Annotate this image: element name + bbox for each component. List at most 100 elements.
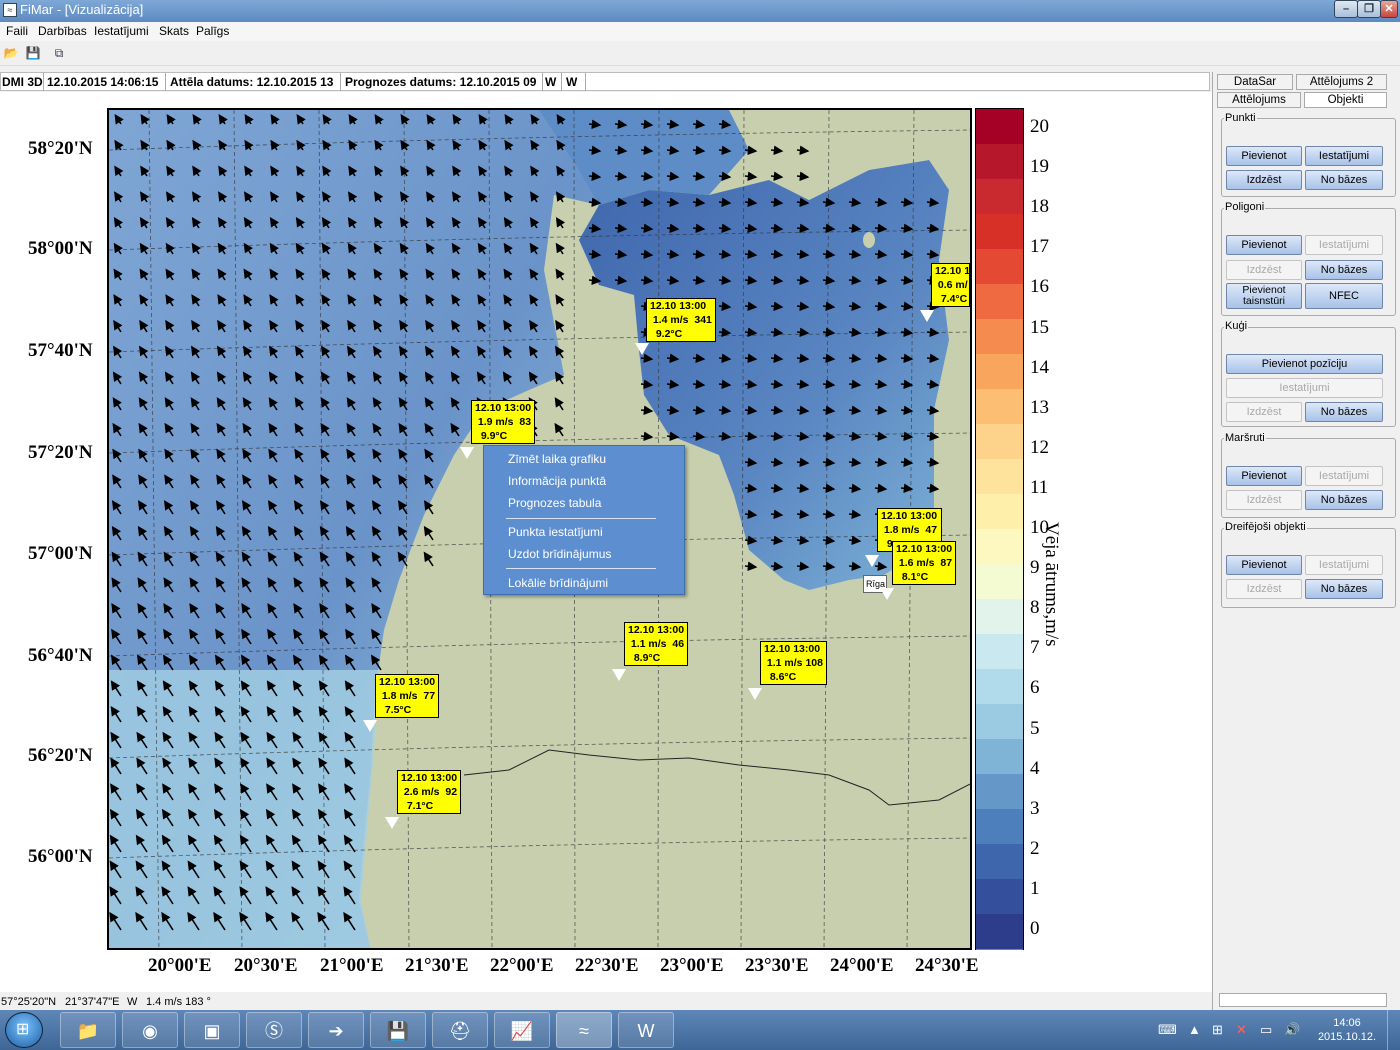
legend-color-step — [976, 564, 1023, 600]
wind-arrow — [640, 353, 654, 364]
station-label[interactable]: 12.10 13:00 1.1 m/s 108 8.6°C — [760, 641, 827, 685]
station-label[interactable]: 12.10 13:00 1.6 m/s 87 8.1°C — [892, 541, 957, 585]
nfec-button[interactable]: NFEC — [1305, 283, 1383, 309]
poligoni-settings-button[interactable]: Iestatījumi — [1305, 235, 1383, 255]
dreif-from-db-button[interactable]: No bāzes — [1305, 579, 1383, 599]
panel-bottom-field[interactable] — [1219, 993, 1387, 1007]
restore-button[interactable]: ❐ — [1357, 0, 1381, 18]
close-button[interactable]: ✕ — [1380, 0, 1398, 18]
menu-faili[interactable]: Faili — [6, 24, 28, 38]
station-marker[interactable] — [865, 555, 879, 567]
menu-darbibas[interactable]: Darbības — [38, 24, 87, 38]
wind-arrow — [718, 119, 732, 130]
poligoni-add-button[interactable]: Pievienot — [1226, 235, 1302, 255]
station-marker[interactable] — [920, 310, 934, 322]
dreif-delete-button[interactable]: Izdzēst — [1226, 579, 1302, 599]
save-app-taskbar-icon[interactable]: 💾 — [370, 1012, 426, 1048]
tab-objekti[interactable]: Objekti — [1304, 92, 1387, 108]
menu-skats[interactable]: Skats — [159, 24, 189, 38]
poligoni-delete-button[interactable]: Izdzēst — [1226, 260, 1302, 280]
menu-paligs[interactable]: Palīgs — [196, 24, 229, 38]
menu-item-local-warnings[interactable]: Lokālie brīdinājumi — [508, 576, 608, 590]
network-tray-icon[interactable]: ▭ — [1260, 1022, 1272, 1038]
wind-arrow — [796, 379, 810, 390]
station-marker[interactable] — [385, 817, 399, 829]
station-label[interactable]: 12.10 13:00 1.9 m/s 83 9.9°C — [471, 400, 536, 444]
menu-item-set-warnings[interactable]: Uzdot brīdinājumus — [508, 547, 611, 561]
open-folder-icon[interactable]: 📂 — [2, 44, 20, 62]
dreif-add-button[interactable]: Pievienot — [1226, 555, 1302, 575]
station-label[interactable]: 12.10 1 0.6 m/ 7.4°C — [931, 263, 970, 307]
station-marker[interactable] — [748, 688, 762, 700]
punkti-settings-button[interactable]: Iestatījumi — [1305, 146, 1383, 166]
forecast-date: Prognozes datums: 12.10.2015 09 — [345, 75, 537, 89]
menu-item-plot-time-graph[interactable]: Zīmēt laika grafiku — [508, 452, 606, 466]
save-icon[interactable]: 💾 — [24, 44, 42, 62]
punkti-from-db-button[interactable]: No bāzes — [1305, 170, 1383, 190]
wind-arrow — [692, 197, 706, 208]
arrow-app-taskbar-icon[interactable]: ➔ — [308, 1012, 364, 1048]
poligoni-add-rectangle-button[interactable]: Pievienot taisnstūri — [1226, 283, 1302, 309]
chevron-up-icon[interactable]: ▲ — [1188, 1022, 1201, 1037]
station-marker[interactable] — [880, 588, 894, 600]
punkti-delete-button[interactable]: Izdzēst — [1226, 170, 1302, 190]
menu-separator — [506, 518, 656, 519]
show-desktop-button[interactable] — [1387, 1010, 1400, 1050]
menu-item-point-settings[interactable]: Punkta iestatījumi — [508, 525, 603, 539]
wind-arrow — [692, 431, 706, 442]
station-label[interactable]: 12.10 13:00 2.6 m/s 92 7.1°C — [397, 770, 462, 814]
skype-taskbar-icon[interactable]: Ⓢ — [246, 1012, 302, 1048]
app-icon[interactable]: ≈ — [3, 3, 17, 17]
chrome-taskbar-icon[interactable]: ◉ — [122, 1012, 178, 1048]
minimize-button[interactable]: – — [1334, 0, 1358, 18]
marsruti-from-db-button[interactable]: No bāzes — [1305, 490, 1383, 510]
fimar-taskbar-icon[interactable]: ≈ — [556, 1012, 612, 1048]
windows-flag-tray-icon[interactable]: ⊞ — [1212, 1022, 1223, 1038]
tab-attelojums-2[interactable]: Attēlojums 2 — [1296, 74, 1387, 90]
tab-datasar[interactable]: DataSar — [1217, 74, 1293, 90]
tab-attelojums[interactable]: Attēlojums — [1217, 92, 1301, 108]
kugi-settings-button[interactable]: Iestatījumi — [1226, 378, 1383, 398]
station-label[interactable]: 12.10 13:00 1.1 m/s 46 8.9°C — [624, 622, 689, 666]
kugi-add-position-button[interactable]: Pievienot pozīciju — [1226, 354, 1383, 374]
wind-arrow — [718, 379, 732, 390]
wind-arrow — [770, 145, 784, 156]
station-marker[interactable] — [635, 343, 649, 355]
station-label[interactable]: 12.10 13:00 1.8 m/s 77 7.5°C — [375, 674, 440, 718]
marsruti-settings-button[interactable]: Iestatījumi — [1305, 466, 1383, 486]
legend-color-step — [976, 669, 1023, 705]
menu-item-forecast-table[interactable]: Prognozes tabula — [508, 496, 601, 510]
wind-arrow — [770, 379, 784, 390]
wind-arrow — [744, 197, 758, 208]
menu-item-point-info[interactable]: Informācija punktā — [508, 474, 606, 488]
station-marker[interactable] — [460, 447, 474, 459]
copy-icon[interactable]: ⧉ — [50, 44, 68, 62]
network-error-tray-icon[interactable]: ✕ — [1236, 1022, 1247, 1038]
station-marker[interactable] — [612, 669, 626, 681]
punkti-add-button[interactable]: Pievienot — [1226, 146, 1302, 166]
group-title: Kuģi — [1224, 320, 1249, 332]
wind-arrow — [900, 197, 914, 208]
wind-arrow — [744, 249, 758, 260]
dreif-settings-button[interactable]: Iestatījumi — [1305, 555, 1383, 575]
menu-iestatijumi[interactable]: Iestatījumi — [94, 24, 149, 38]
station-label[interactable]: 12.10 13:00 1.4 m/s 341 9.2°C — [646, 298, 716, 342]
kugi-delete-button[interactable]: Izdzēst — [1226, 402, 1302, 422]
station-marker[interactable] — [363, 720, 377, 732]
explorer-taskbar-icon[interactable]: 📁 — [60, 1012, 116, 1048]
helmet-app-taskbar-icon[interactable]: ⛑ — [432, 1012, 488, 1048]
start-button[interactable]: ⊞ — [5, 1012, 43, 1048]
keyboard-tray-icon[interactable]: ⌨ — [1158, 1022, 1177, 1038]
chart-app-taskbar-icon[interactable]: 📈 — [494, 1012, 550, 1048]
legend-tick: 3 — [1030, 797, 1040, 819]
terminal-taskbar-icon[interactable]: ▣ — [184, 1012, 240, 1048]
marsruti-add-button[interactable]: Pievienot — [1226, 466, 1302, 486]
wind-arrow — [822, 353, 836, 364]
clock-date: 2015.10.12. — [1317, 1031, 1377, 1043]
kugi-from-db-button[interactable]: No bāzes — [1305, 402, 1383, 422]
poligoni-from-db-button[interactable]: No bāzes — [1305, 260, 1383, 280]
marsruti-delete-button[interactable]: Izdzēst — [1226, 490, 1302, 510]
volume-tray-icon[interactable]: 🔊 — [1284, 1022, 1300, 1038]
word-taskbar-icon[interactable]: W — [618, 1012, 674, 1048]
clock[interactable]: 14:06 2015.10.12. — [1312, 1016, 1382, 1044]
